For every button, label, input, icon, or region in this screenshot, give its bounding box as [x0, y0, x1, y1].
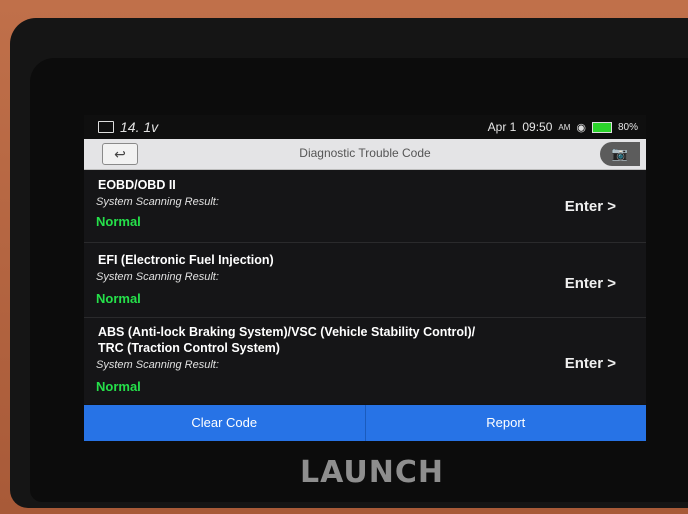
- device-brand-logo: LAUNCH: [300, 455, 445, 490]
- battery-percent: 80%: [617, 121, 638, 133]
- battery-icon: [591, 121, 612, 133]
- status-left: 14. 1v: [98, 119, 158, 135]
- report-button[interactable]: Report: [364, 405, 647, 441]
- clear-code-button[interactable]: Clear Code: [84, 405, 365, 441]
- system-row-eobd[interactable]: EOBD/OBD II System Scanning Result: Norm…: [84, 170, 646, 243]
- system-name-line2: TRC (Traction Control System): [98, 341, 280, 355]
- wifi-icon: ◉: [576, 121, 586, 134]
- status-note: 14. 1v: [120, 119, 159, 135]
- enter-button[interactable]: Enter >: [565, 355, 616, 372]
- scan-status: Normal: [96, 379, 141, 394]
- sim-card-icon: [98, 121, 114, 133]
- page-title: Diagnostic Trouble Code: [299, 146, 431, 160]
- status-right: Apr 1 09:50 AM ◉ 80%: [488, 120, 638, 134]
- scan-status: Normal: [96, 291, 141, 306]
- device-screen: 14. 1v Apr 1 09:50 AM ◉ 80% ↩ Diagnostic…: [84, 115, 646, 441]
- enter-button[interactable]: Enter >: [565, 198, 616, 215]
- status-ampm: AM: [558, 122, 571, 132]
- system-row-efi[interactable]: EFI (Electronic Fuel Injection) System S…: [84, 243, 646, 318]
- scan-result-label: System Scanning Result:: [96, 271, 219, 283]
- scan-result-label: System Scanning Result:: [96, 359, 219, 371]
- system-name-line1: ABS (Anti-lock Braking System)/VSC (Vehi…: [98, 325, 476, 339]
- status-bar: 14. 1v Apr 1 09:50 AM ◉ 80%: [84, 115, 646, 139]
- screenshot-button[interactable]: 📷: [600, 142, 640, 166]
- system-row-abs[interactable]: ABS (Anti-lock Braking System)/VSC (Vehi…: [84, 318, 646, 404]
- status-time: 09:50: [522, 120, 553, 134]
- scan-result-label: System Scanning Result:: [96, 196, 219, 208]
- system-name: EFI (Electronic Fuel Injection): [98, 253, 274, 267]
- camera-icon: 📷: [611, 146, 629, 161]
- title-bar: ↩ Diagnostic Trouble Code 📷: [84, 139, 646, 170]
- scan-status: Normal: [96, 214, 141, 229]
- system-name: EOBD/OBD II: [98, 178, 176, 192]
- status-date: Apr 1: [487, 120, 517, 134]
- bottom-action-bar: Clear Code Report: [84, 405, 646, 441]
- enter-button[interactable]: Enter >: [565, 275, 616, 292]
